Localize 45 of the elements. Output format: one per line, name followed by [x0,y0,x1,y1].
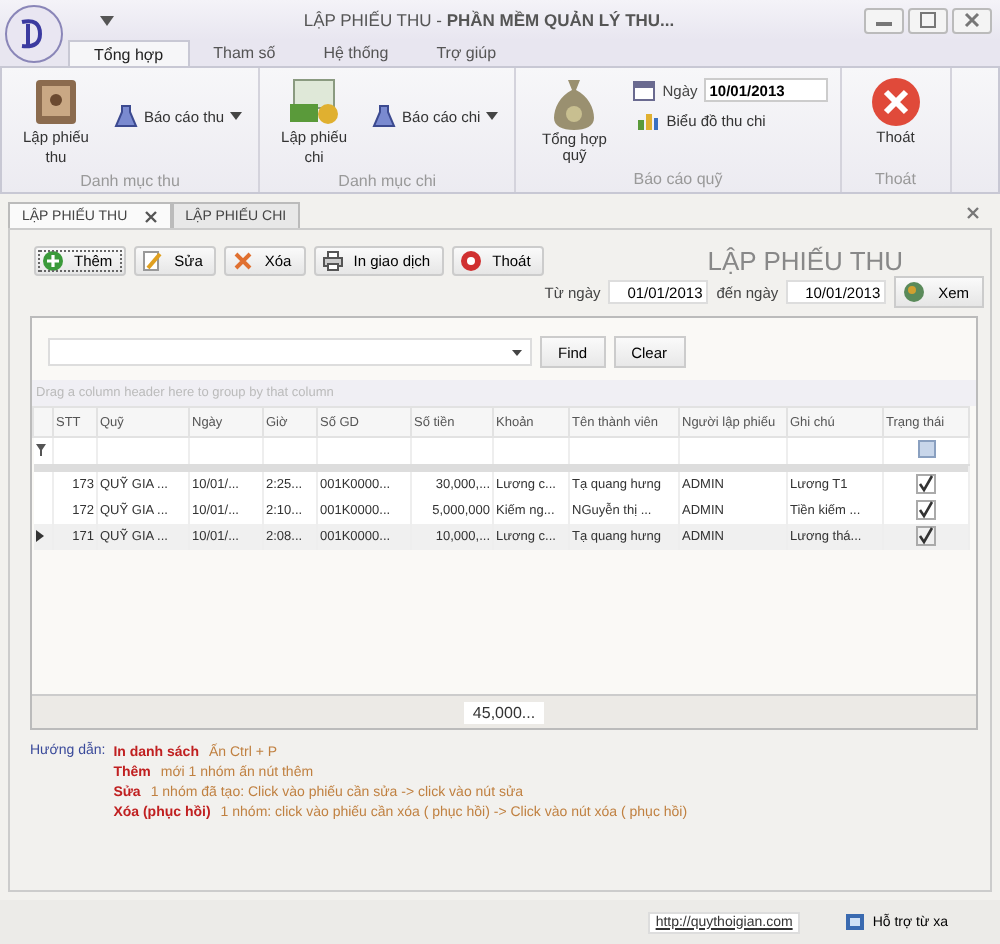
window-title: LẬP PHIẾU THU - PHẦN MỀM QUẢN LÝ THU... [301,10,677,30]
maximize-button[interactable] [908,7,948,33]
total-cell: 45,000... [464,701,544,723]
close-icon [869,76,922,128]
caret-icon [486,112,499,120]
pencil-icon [142,250,165,272]
group-label: Danh mục chi [338,172,437,190]
plus-icon [42,250,64,272]
exit-icon [460,250,483,272]
minimize-button[interactable] [864,7,904,33]
ribbon-tab[interactable]: Trợ giúp [412,40,521,66]
ribbon-tab[interactable]: Tham số [189,40,300,66]
printer-icon [321,250,344,272]
dropdown-icon[interactable] [100,15,114,25]
group-label: Báo cáo quỹ [633,170,723,188]
group-label: Danh mục thu [80,172,180,190]
calendar-icon [632,78,657,102]
close-icon [143,209,158,223]
delete-icon [232,250,255,272]
checkbox[interactable] [916,525,936,545]
app-logo-icon[interactable] [4,4,64,64]
row-indicator-icon [35,529,43,541]
ribbon-tab[interactable]: Hệ thống [299,40,413,66]
caret-icon [230,112,243,120]
close-icon[interactable] [966,206,980,220]
caret-icon [512,349,522,355]
group-label: Thoát [875,170,916,188]
globe-icon [902,280,927,304]
filter-checkbox-icon [917,440,935,458]
filter-icon [35,443,45,455]
close-icon [964,12,980,28]
search-field[interactable] [48,338,532,366]
flask-icon [114,104,138,128]
checkbox[interactable] [916,499,936,519]
monitor-icon [844,911,867,933]
form-title: LẬP PHIẾU THU [707,246,904,276]
money-icon [286,76,343,128]
safe-icon [32,76,80,128]
money-bag-icon [550,76,599,132]
flask-icon [372,104,397,128]
ribbon-tab[interactable]: Tổng hợp [68,40,190,66]
bar-chart-icon [636,108,661,132]
close-button[interactable] [952,7,992,33]
maximize-icon [920,12,936,28]
checkbox[interactable] [916,473,936,493]
